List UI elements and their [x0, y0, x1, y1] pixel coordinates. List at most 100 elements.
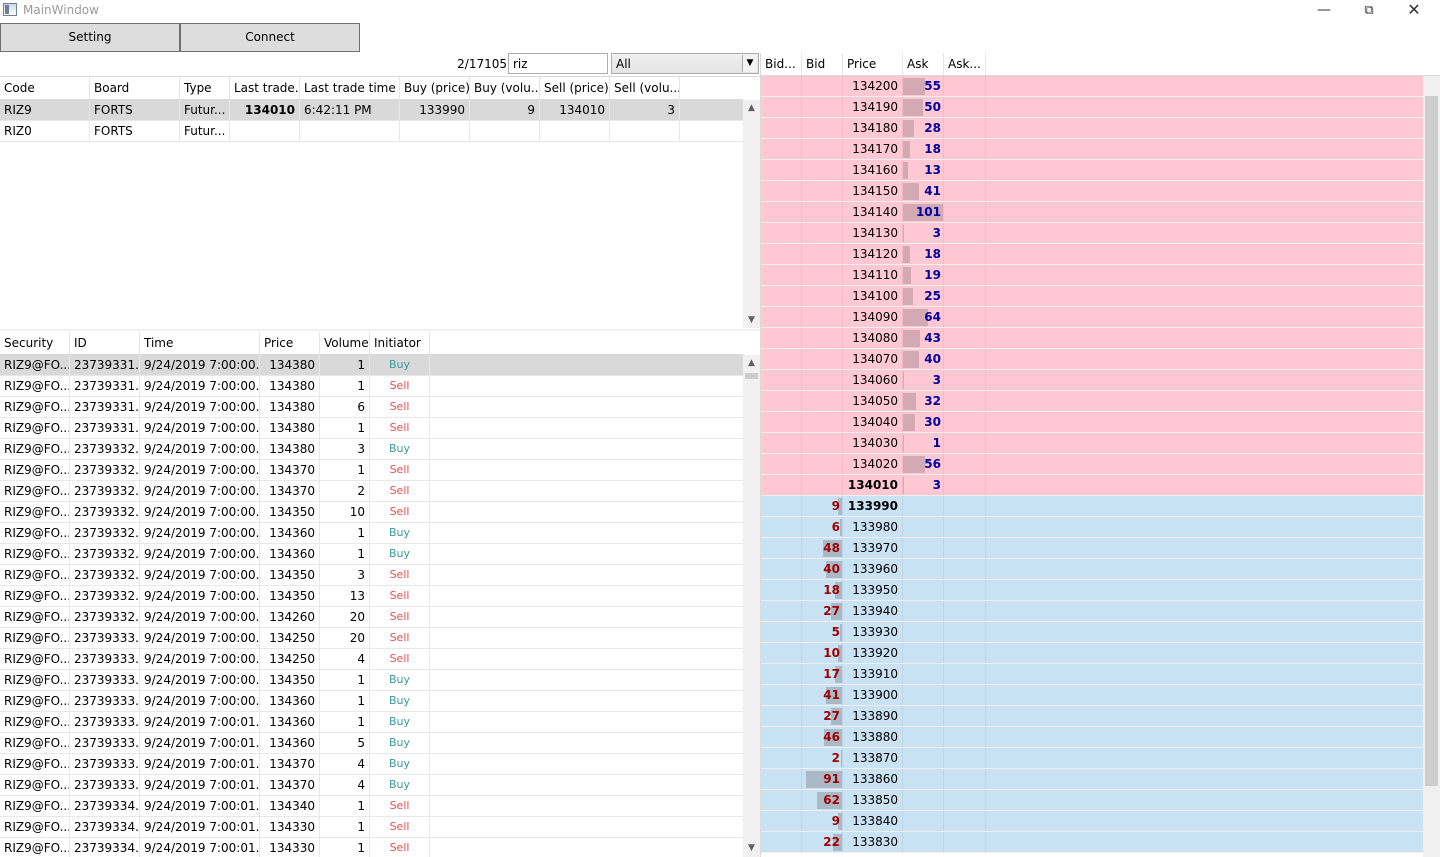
- column-header[interactable]: Code: [0, 77, 90, 99]
- bid-row[interactable]: 46 133880: [761, 727, 1423, 748]
- column-header[interactable]: Volume: [320, 332, 370, 354]
- table-row[interactable]: RIZ9@FO... 23739332... 9/24/2019 7:00:00..…: [0, 481, 743, 502]
- ask-row[interactable]: 134070 40: [761, 349, 1423, 370]
- close-button[interactable]: ✕: [1392, 0, 1436, 22]
- table-row[interactable]: RIZ9@FO... 23739333... 9/24/2019 7:00:01..…: [0, 754, 743, 775]
- ask-row[interactable]: 134010 3: [761, 475, 1423, 496]
- bid-row[interactable]: 18 133950: [761, 580, 1423, 601]
- bid-row[interactable]: 91 133860: [761, 769, 1423, 790]
- table-row[interactable]: RIZ9@FO... 23739333... 9/24/2019 7:00:00..…: [0, 628, 743, 649]
- ask-row[interactable]: 134130 3: [761, 223, 1423, 244]
- ask-row[interactable]: 134160 13: [761, 160, 1423, 181]
- table-row[interactable]: RIZ9@FO... 23739333... 9/24/2019 7:00:00..…: [0, 649, 743, 670]
- table-row[interactable]: RIZ9@FO... 23739332... 9/24/2019 7:00:00..…: [0, 439, 743, 460]
- table-row[interactable]: RIZ9@FO... 23739333... 9/24/2019 7:00:01..…: [0, 712, 743, 733]
- ask-row[interactable]: 134170 18: [761, 139, 1423, 160]
- ask-row[interactable]: 134090 64: [761, 307, 1423, 328]
- connect-button[interactable]: Connect: [180, 23, 360, 52]
- ask-row[interactable]: 134080 43: [761, 328, 1423, 349]
- bid-row[interactable]: 2 133870: [761, 748, 1423, 769]
- table-row[interactable]: RIZ9@FO... 23739332... 9/24/2019 7:00:00..…: [0, 544, 743, 565]
- securities-scrollbar[interactable]: ▲ ▼: [743, 100, 760, 328]
- ask-row[interactable]: 134020 56: [761, 454, 1423, 475]
- ask-row[interactable]: 134150 41: [761, 181, 1423, 202]
- table-row[interactable]: RIZ9@FO... 23739332... 9/24/2019 7:00:00..…: [0, 586, 743, 607]
- column-header[interactable]: Type: [180, 77, 230, 99]
- table-row[interactable]: RIZ9@FO... 23739334... 9/24/2019 7:00:01..…: [0, 838, 743, 857]
- ask-row[interactable]: 134190 50: [761, 97, 1423, 118]
- ask-row[interactable]: 134110 19: [761, 265, 1423, 286]
- scroll-up-icon[interactable]: ▲: [743, 100, 760, 117]
- column-header[interactable]: Price: [843, 53, 903, 75]
- ask-row[interactable]: 134030 1: [761, 433, 1423, 454]
- bid-row[interactable]: 6 133980: [761, 517, 1423, 538]
- column-header[interactable]: Security: [0, 332, 70, 354]
- table-row[interactable]: RIZ9@FO... 23739332... 9/24/2019 7:00:00..…: [0, 460, 743, 481]
- bid-row[interactable]: 40 133960: [761, 559, 1423, 580]
- column-header[interactable]: Initiator: [370, 332, 430, 354]
- ask-row[interactable]: 134100 25: [761, 286, 1423, 307]
- order-book-scrollbar[interactable]: [1423, 76, 1440, 857]
- bid-row[interactable]: 10 133920: [761, 643, 1423, 664]
- table-row[interactable]: RIZ9@FO... 23739332... 9/24/2019 7:00:00..…: [0, 502, 743, 523]
- column-header[interactable]: ID: [70, 332, 140, 354]
- table-row[interactable]: RIZ9@FO... 23739333... 9/24/2019 7:00:00..…: [0, 691, 743, 712]
- ask-row[interactable]: 134060 3: [761, 370, 1423, 391]
- column-header[interactable]: Last trade time: [300, 77, 400, 99]
- column-header[interactable]: Ask: [903, 53, 944, 75]
- bid-row[interactable]: 27 133940: [761, 601, 1423, 622]
- ask-row[interactable]: 134140 101: [761, 202, 1423, 223]
- ask-row[interactable]: 134120 18: [761, 244, 1423, 265]
- order-book[interactable]: Bid... Bid Price Ask Ask... 134200 55 134190 50…: [760, 53, 1440, 857]
- column-header[interactable]: Bid...: [761, 53, 802, 75]
- column-header[interactable]: Time: [140, 332, 260, 354]
- column-header[interactable]: Buy (volu...: [470, 77, 540, 99]
- column-header[interactable]: Ask...: [944, 53, 986, 75]
- board-select[interactable]: All ▼: [611, 53, 759, 74]
- bid-row[interactable]: 27 133890: [761, 706, 1423, 727]
- table-row[interactable]: RIZ9@FO... 23739333... 9/24/2019 7:00:01..…: [0, 733, 743, 754]
- setting-button[interactable]: Setting: [0, 23, 180, 52]
- column-header[interactable]: Board: [90, 77, 180, 99]
- ask-row[interactable]: 134180 28: [761, 118, 1423, 139]
- trades-grid[interactable]: Security ID Time Price Volume Initiator RIZ9@…: [0, 332, 760, 857]
- table-row[interactable]: RIZ9@FO... 23739332... 9/24/2019 7:00:00..…: [0, 607, 743, 628]
- scroll-up-icon[interactable]: ▲: [743, 355, 760, 372]
- scrollbar-thumb[interactable]: [1425, 96, 1438, 786]
- table-row[interactable]: RIZ9@FO... 23739332... 9/24/2019 7:00:00..…: [0, 565, 743, 586]
- column-header[interactable]: Bid: [802, 53, 843, 75]
- column-header[interactable]: Buy (price): [400, 77, 470, 99]
- bid-row[interactable]: 9 133840: [761, 811, 1423, 832]
- grid-splitter[interactable]: [0, 329, 760, 331]
- column-header[interactable]: Last trade...: [230, 77, 300, 99]
- minimize-button[interactable]: —: [1302, 0, 1346, 22]
- bid-row[interactable]: 9 133990: [761, 496, 1423, 517]
- bid-row[interactable]: 62 133850: [761, 790, 1423, 811]
- scroll-down-icon[interactable]: ▼: [743, 312, 760, 328]
- trades-scrollbar[interactable]: ▲ ▼: [743, 355, 760, 857]
- table-row[interactable]: RIZ9@FO... 23739331... 9/24/2019 7:00:00..…: [0, 418, 743, 439]
- table-row[interactable]: RIZ9@FO... 23739332... 9/24/2019 7:00:00..…: [0, 523, 743, 544]
- table-row[interactable]: RIZ9@FO... 23739331... 9/24/2019 7:00:00..…: [0, 376, 743, 397]
- securities-grid[interactable]: Code Board Type Last trade... Last trade tim…: [0, 76, 760, 328]
- bid-row[interactable]: 41 133900: [761, 685, 1423, 706]
- table-row[interactable]: RIZ9@FO... 23739333... 9/24/2019 7:00:00..…: [0, 670, 743, 691]
- bid-row[interactable]: 17 133910: [761, 664, 1423, 685]
- bid-row[interactable]: 48 133970: [761, 538, 1423, 559]
- column-header[interactable]: Sell (volu...: [610, 77, 680, 99]
- ask-row[interactable]: 134040 30: [761, 412, 1423, 433]
- bid-row[interactable]: 5 133930: [761, 622, 1423, 643]
- bid-row[interactable]: 22 133830: [761, 832, 1423, 853]
- table-row[interactable]: RIZ9@FO... 23739331... 9/24/2019 7:00:00..…: [0, 355, 743, 376]
- table-row[interactable]: RIZ9@FO... 23739334... 9/24/2019 7:00:01..…: [0, 817, 743, 838]
- search-input[interactable]: [508, 53, 608, 74]
- table-row[interactable]: RIZ0 FORTS Futur...: [0, 121, 743, 142]
- column-header[interactable]: Sell (price): [540, 77, 610, 99]
- scroll-down-icon[interactable]: ▼: [743, 840, 760, 857]
- table-row[interactable]: RIZ9 FORTS Futur... 134010 6:42:11 PM 133990 9…: [0, 100, 743, 121]
- ask-row[interactable]: 134200 55: [761, 76, 1423, 97]
- ask-row[interactable]: 134050 32: [761, 391, 1423, 412]
- table-row[interactable]: RIZ9@FO... 23739333... 9/24/2019 7:00:01..…: [0, 775, 743, 796]
- table-row[interactable]: RIZ9@FO... 23739334... 9/24/2019 7:00:01..…: [0, 796, 743, 817]
- table-row[interactable]: RIZ9@FO... 23739331... 9/24/2019 7:00:00..…: [0, 397, 743, 418]
